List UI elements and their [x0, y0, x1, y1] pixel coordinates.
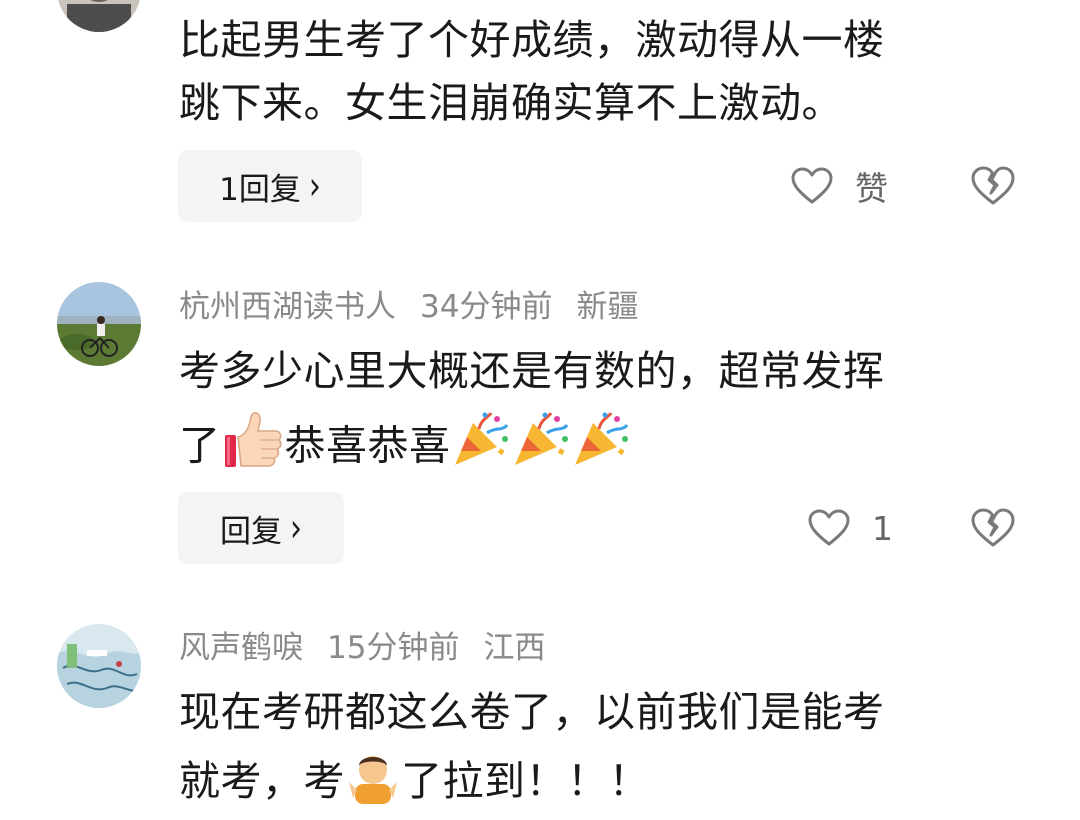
party-popper-emoji — [511, 409, 571, 488]
party-popper-emoji — [571, 409, 631, 488]
comment-meta: 风声鹤唳 15分钟前 江西 — [179, 633, 569, 664]
dislike-button[interactable] — [971, 150, 1015, 222]
comment-text-segment: 了 — [179, 421, 221, 470]
comment-text-segment: 恭喜恭喜 — [284, 421, 451, 470]
thumbs-up-emoji — [221, 407, 285, 490]
like-count: 1 — [872, 508, 893, 548]
chevron-right-icon: › — [290, 505, 302, 551]
broken-heart-icon — [971, 166, 1015, 205]
reply-button[interactable]: 1回复 › — [178, 150, 362, 222]
location: 新疆 — [576, 289, 639, 325]
party-popper-emoji — [451, 409, 511, 488]
comment-text-line: 现在考研都这么卷了，以前我们是能考 — [179, 688, 885, 736]
comment-text-segment: 就考，考 — [179, 757, 345, 805]
username[interactable]: 风声鹤唳 — [179, 630, 303, 666]
username[interactable]: 杭州西湖读书人 — [179, 289, 396, 325]
like-button[interactable]: 赞 — [791, 150, 888, 222]
avatar[interactable] — [57, 624, 141, 708]
broken-heart-icon — [971, 508, 1015, 547]
comment-text-line: 了 恭喜恭喜 — [179, 407, 631, 490]
timestamp: 15分钟前 — [327, 630, 460, 666]
chevron-right-icon: › — [308, 163, 321, 209]
location: 江西 — [483, 630, 546, 666]
comment-text-line: 跳下来。女生泪崩确实算不上激动。 — [179, 79, 843, 127]
comment-meta: 杭州西湖读书人 34分钟前 新疆 — [179, 292, 662, 323]
comment-text-line: 就考，考 了拉到！！！ — [179, 748, 650, 820]
avatar[interactable] — [57, 0, 141, 32]
heart-outline-icon — [808, 509, 850, 546]
like-button[interactable]: 1 — [808, 492, 893, 564]
comment-text-line: 考多少心里大概还是有数的，超常发挥 — [179, 347, 885, 395]
heart-outline-icon — [791, 167, 833, 204]
reply-label: 1回复 — [219, 171, 301, 208]
like-label: 赞 — [855, 169, 888, 208]
reply-label: 回复 — [220, 513, 282, 550]
avatar[interactable] — [57, 282, 141, 366]
person-gesturing-emoji — [345, 748, 401, 820]
dislike-button[interactable] — [971, 492, 1015, 564]
comment-text-line: 比起男生考了个好成绩，激动得从一楼 — [179, 16, 885, 64]
comment-text-segment: 了拉到！！！ — [401, 757, 650, 805]
timestamp: 34分钟前 — [420, 289, 553, 325]
reply-button[interactable]: 回复 › — [178, 492, 344, 564]
